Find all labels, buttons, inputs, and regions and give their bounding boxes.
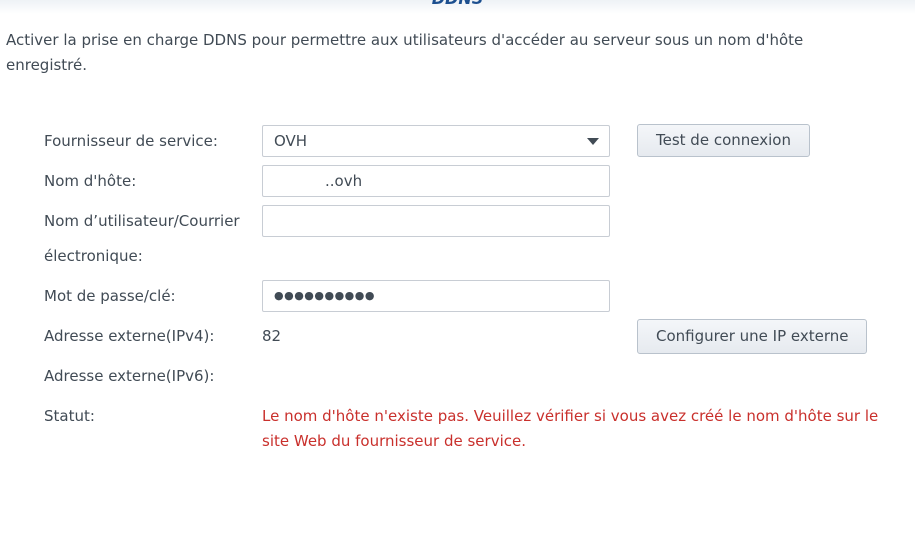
username-input[interactable]	[262, 205, 610, 237]
username-label: Nom d’utilisateur/Courrier électronique:	[44, 212, 240, 265]
page-title: DDNS	[0, 0, 915, 8]
provider-value: OVH	[274, 132, 308, 150]
password-value: ●●●●●●●●●●	[274, 289, 375, 302]
ipv4-value: 82	[262, 327, 282, 345]
status-label: Statut:	[44, 407, 95, 425]
ddns-description: Activer la prise en charge DDNS pour per…	[6, 31, 804, 74]
ipv4-label: Adresse externe(IPv4):	[44, 327, 215, 345]
provider-label: Fournisseur de service:	[44, 132, 218, 150]
password-input[interactable]: ●●●●●●●●●●	[262, 280, 610, 312]
configure-external-ip-button[interactable]: Configurer une IP externe	[637, 319, 868, 354]
ipv6-label: Adresse externe(IPv6):	[44, 367, 215, 385]
status-message: Le nom d'hôte n'existe pas. Veuillez vér…	[262, 407, 879, 450]
chevron-down-icon[interactable]	[587, 138, 599, 145]
hostname-input[interactable]: ..ovh	[262, 165, 610, 197]
password-label: Mot de passe/clé:	[44, 287, 176, 305]
test-connection-button[interactable]: Test de connexion	[637, 124, 810, 157]
provider-select[interactable]: OVH	[262, 125, 610, 157]
hostname-value: ..ovh	[325, 172, 363, 190]
hostname-label: Nom d'hôte:	[44, 172, 137, 190]
